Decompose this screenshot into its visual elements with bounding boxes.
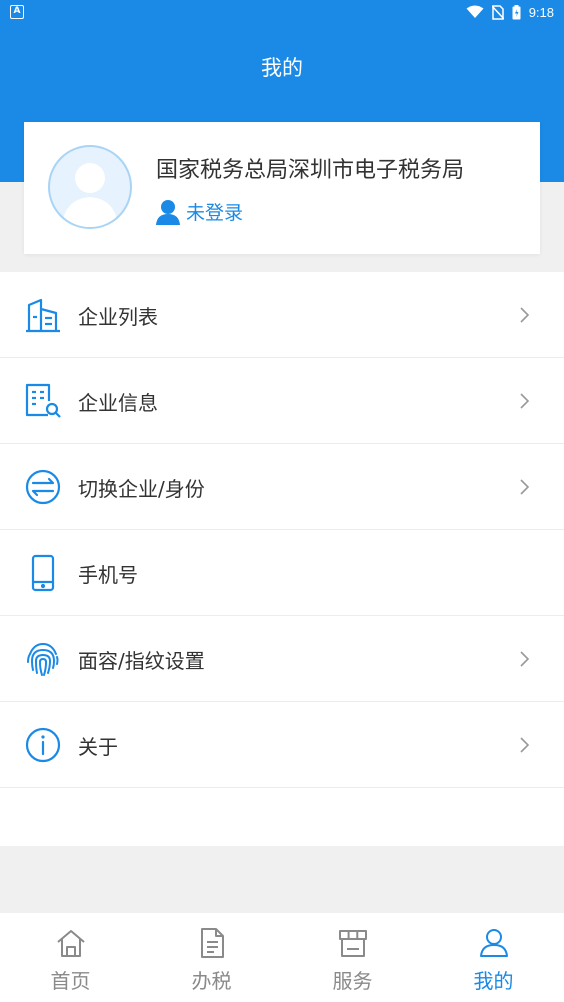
profile-card[interactable]: 国家税务总局深圳市电子税务局 未登录 xyxy=(24,122,540,254)
status-icons: 9:18 xyxy=(466,3,554,21)
menu-label: 手机号 xyxy=(78,563,138,587)
tab-service[interactable]: 服务 xyxy=(282,913,423,1002)
status-bar: A 9:18 xyxy=(0,0,564,24)
user-icon xyxy=(479,929,508,957)
login-status-text[interactable]: 未登录 xyxy=(186,198,243,225)
no-sim-icon xyxy=(491,4,504,20)
login-status[interactable]: 未登录 xyxy=(156,198,243,225)
store-icon xyxy=(338,930,367,957)
switch-icon xyxy=(25,469,61,505)
tab-tax[interactable]: 办税 xyxy=(141,913,282,1002)
default-avatar-icon xyxy=(62,163,118,227)
menu-item-company-list[interactable]: 企业列表 xyxy=(0,272,564,358)
fingerprint-icon xyxy=(27,642,59,676)
document-icon xyxy=(200,928,224,958)
company-info-icon xyxy=(25,383,61,418)
menu-list: 企业列表 企业信息 切换企业/身份 手机号 面容/指纹设置 关于 xyxy=(0,272,564,846)
app-notification-icon: A xyxy=(10,5,24,19)
menu-label: 面容/指纹设置 xyxy=(78,649,205,673)
phone-icon xyxy=(31,554,55,592)
org-name: 国家税务总局深圳市电子税务局 xyxy=(156,158,465,183)
chevron-right-icon xyxy=(520,737,530,753)
menu-label: 切换企业/身份 xyxy=(78,477,205,501)
tab-label: 办税 xyxy=(191,969,232,993)
menu-item-phone[interactable]: 手机号 xyxy=(0,530,564,616)
menu-item-company-info[interactable]: 企业信息 xyxy=(0,358,564,444)
avatar[interactable] xyxy=(48,145,132,229)
menu-item-about[interactable]: 关于 xyxy=(0,702,564,788)
menu-label: 企业列表 xyxy=(78,305,158,329)
tab-label: 首页 xyxy=(50,969,91,993)
chevron-right-icon xyxy=(520,307,530,323)
tab-label: 我的 xyxy=(473,969,514,993)
tab-label: 服务 xyxy=(332,969,373,993)
menu-label: 关于 xyxy=(78,735,118,759)
chevron-right-icon xyxy=(520,393,530,409)
battery-icon xyxy=(512,4,521,19)
info-icon xyxy=(25,727,61,763)
bottom-tab-bar: 首页 办税 服务 我的 xyxy=(0,913,564,1002)
tab-home[interactable]: 首页 xyxy=(0,913,141,1002)
person-icon xyxy=(156,199,180,225)
tab-mine[interactable]: 我的 xyxy=(423,913,564,1002)
chevron-right-icon xyxy=(520,651,530,667)
menu-item-switch-identity[interactable]: 切换企业/身份 xyxy=(0,444,564,530)
page-title: 我的 xyxy=(261,56,303,80)
wifi-icon xyxy=(466,5,484,18)
home-icon xyxy=(56,930,85,957)
building-icon xyxy=(26,298,60,333)
menu-item-biometric-settings[interactable]: 面容/指纹设置 xyxy=(0,616,564,702)
menu-label: 企业信息 xyxy=(78,391,158,415)
clock: 9:18 xyxy=(528,4,554,20)
chevron-right-icon xyxy=(520,479,530,495)
